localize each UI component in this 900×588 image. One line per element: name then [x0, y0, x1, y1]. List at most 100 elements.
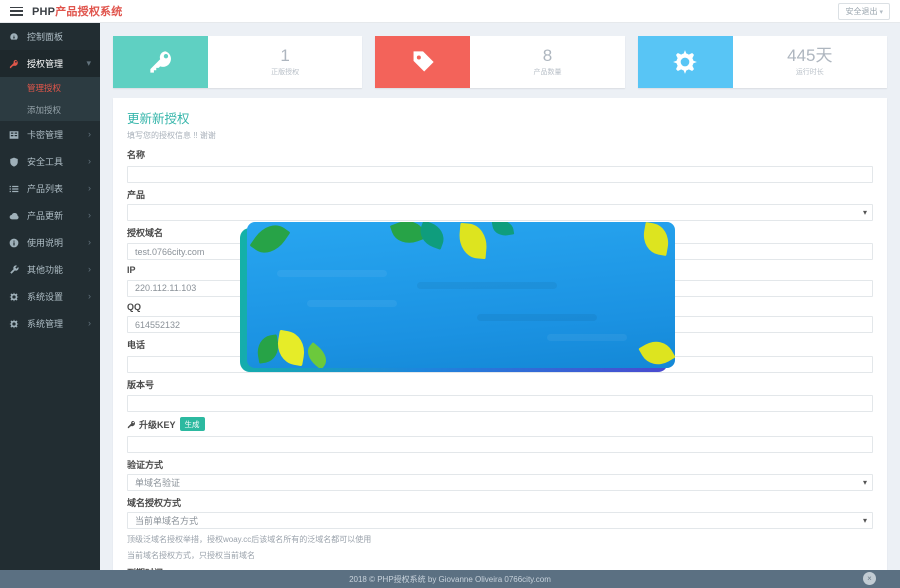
- leaf-icon: [416, 222, 448, 250]
- form-title: 更新新授权: [127, 108, 873, 127]
- sidebar-item-product-update[interactable]: 产品更新 ›: [0, 202, 100, 229]
- banner-texture: [477, 314, 597, 321]
- sidebar-item-security-tools[interactable]: 安全工具 ›: [0, 148, 100, 175]
- leaf-icon: [492, 222, 514, 238]
- app-title: PHP产品授权系统: [32, 3, 122, 19]
- key-icon: [9, 59, 22, 69]
- sidebar-item-label: 控制面板: [27, 30, 63, 43]
- upgrade-key-input[interactable]: [127, 436, 873, 453]
- product-select[interactable]: ▾: [127, 204, 873, 221]
- chevron-icon: ›: [88, 292, 91, 301]
- stat-cards-row: 1 正版授权 8 产品数量 445天 运行时长: [113, 36, 887, 88]
- sidebar-item-label: 产品列表: [27, 182, 63, 195]
- field-label-verify-method: 验证方式: [127, 458, 873, 471]
- sidebar-item-product-list[interactable]: 产品列表 ›: [0, 175, 100, 202]
- field-label-domain-auth-method: 域名授权方式: [127, 496, 873, 509]
- name-input[interactable]: [127, 166, 873, 183]
- caret-down-icon: ▾: [86, 59, 91, 68]
- caret-down-icon: ▾: [879, 9, 883, 16]
- leaf-icon: [638, 335, 675, 368]
- sidebar-item-dashboard[interactable]: 控制面板: [0, 23, 100, 50]
- sidebar-item-card-management[interactable]: 卡密管理 ›: [0, 121, 100, 148]
- leaf-icon: [274, 330, 307, 366]
- chevron-icon: ›: [88, 238, 91, 247]
- sidebar: 控制面板 授权管理 ▾ 管理授权 添加授权 卡密管理 › 安全工具 › 产品列表…: [0, 23, 100, 570]
- chevron-icon: ›: [88, 130, 91, 139]
- stat-card-products: 8 产品数量: [375, 36, 624, 88]
- leaf-icon: [255, 334, 281, 363]
- hamburger-menu-icon[interactable]: [10, 7, 23, 16]
- app-title-prefix: PHP: [32, 6, 55, 18]
- version-input[interactable]: [127, 395, 873, 412]
- key-icon: [113, 36, 208, 88]
- dashboard-icon: [9, 32, 22, 42]
- cloud-icon: [9, 211, 22, 221]
- close-icon: ×: [867, 574, 872, 583]
- stat-label: 正版授权: [271, 67, 299, 77]
- stat-value: 1: [280, 47, 289, 65]
- chevron-icon: ›: [88, 157, 91, 166]
- select-value: 单域名验证: [135, 476, 180, 489]
- list-icon: [9, 184, 22, 194]
- sidebar-item-label: 使用说明: [27, 236, 63, 249]
- sidebar-item-system-settings[interactable]: 系统设置 ›: [0, 283, 100, 310]
- upgrade-key-label: 升级KEY: [139, 418, 176, 431]
- logout-button[interactable]: 安全退出▾: [838, 3, 890, 20]
- auth-submenu: 管理授权 添加授权: [0, 77, 100, 121]
- stat-card-uptime: 445天 运行时长: [638, 36, 887, 88]
- table-icon: [9, 130, 22, 140]
- logout-label: 安全退出: [845, 7, 877, 16]
- caret-down-icon: ▾: [863, 478, 867, 487]
- form-subtitle: 填写您的授权信息 !! 谢谢: [127, 130, 873, 141]
- chevron-icon: ›: [88, 211, 91, 220]
- app-title-suffix: 产品授权系统: [55, 6, 122, 18]
- verify-method-select[interactable]: 单域名验证 ▾: [127, 474, 873, 491]
- tag-icon: [375, 36, 470, 88]
- sidebar-item-label: 卡密管理: [27, 128, 63, 141]
- shield-icon: [9, 157, 22, 167]
- help-text-line1: 顶级泛域名授权举措，授权woay.cc后该域名所有的泛域名都可以使用: [127, 534, 873, 545]
- sidebar-item-label: 其他功能: [27, 263, 63, 276]
- stat-label: 产品数量: [533, 67, 561, 77]
- banner-texture: [277, 270, 387, 277]
- gears-icon: [638, 36, 733, 88]
- footer-text: 2018 © PHP授权系统 by Giovanne Oliveira 0766…: [349, 574, 551, 585]
- sidebar-item-label: 安全工具: [27, 155, 63, 168]
- topbar: PHP产品授权系统 安全退出▾: [0, 0, 900, 23]
- field-label-version: 版本号: [127, 378, 873, 391]
- select-value: 当前单域名方式: [135, 514, 198, 527]
- generate-key-button[interactable]: 生成: [180, 417, 205, 431]
- leaf-icon: [250, 222, 291, 260]
- sidebar-subitem-manage-auth[interactable]: 管理授权: [0, 77, 100, 99]
- chevron-icon: ›: [88, 265, 91, 274]
- footer: 2018 © PHP授权系统 by Giovanne Oliveira 0766…: [0, 570, 900, 588]
- sidebar-item-auth-management[interactable]: 授权管理 ▾: [0, 50, 100, 77]
- field-label-name: 名称: [127, 148, 873, 161]
- sidebar-item-system-management[interactable]: 系统管理 ›: [0, 310, 100, 337]
- banner-texture: [547, 334, 627, 341]
- sidebar-item-other-functions[interactable]: 其他功能 ›: [0, 256, 100, 283]
- leaf-icon: [641, 222, 672, 256]
- stat-label: 运行时长: [796, 67, 824, 77]
- help-text-line2: 当前域名授权方式，只授权当前域名: [127, 550, 873, 561]
- sidebar-item-label: 系统管理: [27, 317, 63, 330]
- decorative-leaf-banner: [247, 222, 675, 368]
- sidebar-item-usage-guide[interactable]: 使用说明 ›: [0, 229, 100, 256]
- sidebar-item-label: 授权管理: [27, 57, 63, 70]
- wrench-icon: [9, 265, 22, 275]
- back-to-top-button[interactable]: ×: [863, 572, 876, 585]
- chevron-icon: ›: [88, 319, 91, 328]
- chevron-icon: ›: [88, 184, 91, 193]
- banner-texture: [417, 282, 557, 289]
- sidebar-item-label: 产品更新: [27, 209, 63, 222]
- key-icon: [127, 420, 136, 429]
- field-label-upgrade-key: 升级KEY 生成: [127, 417, 873, 431]
- sidebar-subitem-add-auth[interactable]: 添加授权: [0, 99, 100, 121]
- domain-auth-method-select[interactable]: 当前单域名方式 ▾: [127, 512, 873, 529]
- caret-down-icon: ▾: [863, 208, 867, 217]
- stat-value: 8: [543, 47, 552, 65]
- stat-card-authorizations: 1 正版授权: [113, 36, 362, 88]
- leaf-icon: [458, 223, 489, 259]
- info-icon: [9, 238, 22, 248]
- leaf-icon: [303, 342, 332, 368]
